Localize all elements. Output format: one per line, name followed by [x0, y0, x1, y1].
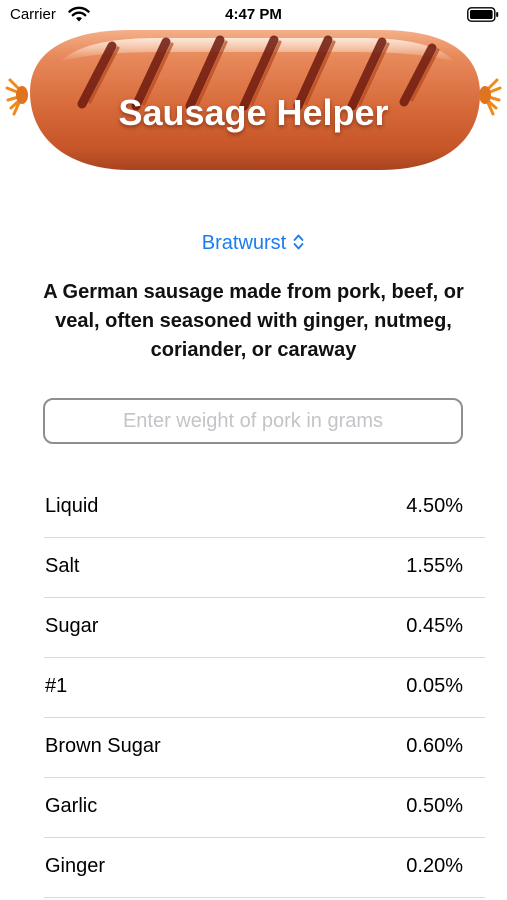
ingredient-percent: 0.20% — [406, 855, 463, 877]
ingredient-row: #1 0.05% — [44, 658, 485, 718]
ingredient-name: Garlic — [45, 795, 98, 817]
ingredient-percent: 4.50% — [406, 495, 463, 517]
ingredient-percent: 0.60% — [406, 735, 463, 757]
ingredient-percent: 0.50% — [406, 795, 463, 817]
ingredient-row: Liquid 4.50% — [44, 478, 485, 538]
ingredient-row: Salt 1.55% — [44, 538, 485, 598]
ingredient-percent: 0.45% — [406, 615, 463, 637]
ingredient-row: Garlic 0.50% — [44, 778, 485, 838]
ingredient-name: Brown Sugar — [45, 735, 161, 757]
ingredient-name: Ginger — [45, 855, 106, 877]
ingredient-percent: 0.05% — [406, 675, 463, 697]
sausage-description: A German sausage made from pork, beef, o… — [43, 281, 464, 361]
sausage-type-picker[interactable]: Bratwurst — [0, 232, 507, 255]
pork-weight-input[interactable] — [43, 398, 463, 444]
battery-icon — [467, 7, 499, 22]
ingredient-row: Ginger 0.20% — [44, 838, 485, 898]
ingredient-percent: 1.55% — [406, 555, 463, 577]
ingredient-name: Liquid — [45, 495, 99, 517]
chevron-up-down-icon — [293, 234, 304, 250]
ingredient-name: Salt — [45, 555, 80, 577]
status-bar: Carrier 4:47 PM — [0, 0, 507, 30]
ingredient-name: #1 — [45, 675, 68, 697]
ingredient-list: Liquid 4.50% Salt 1.55% Sugar 0.45% #1 0.05% Bro… — [44, 478, 485, 898]
app-title: Sausage Helper — [118, 92, 389, 133]
ingredient-row: Brown Sugar 0.60% — [44, 718, 485, 778]
picker-selected-value: Bratwurst — [201, 232, 287, 254]
clock: 4:47 PM — [225, 6, 282, 23]
app-screen: Carrier 4:47 PM Sausage Helper Bratwurst… — [0, 0, 507, 900]
ingredient-name: Sugar — [45, 615, 99, 637]
ingredient-row: Sugar 0.45% — [44, 598, 485, 658]
